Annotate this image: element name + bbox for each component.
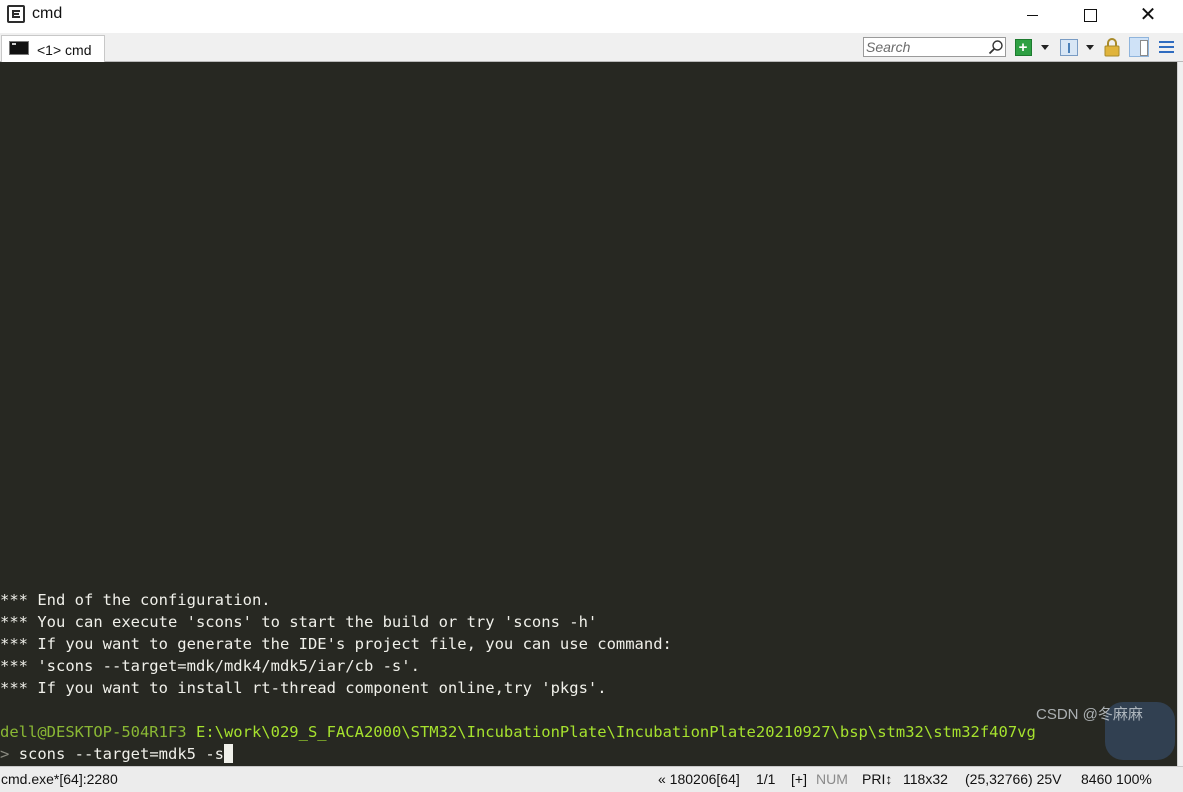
- window-title: cmd: [32, 5, 63, 22]
- close-button[interactable]: ✕: [1119, 0, 1177, 30]
- text-cursor: [224, 744, 233, 763]
- new-console-plus-icon: +: [1014, 38, 1032, 56]
- status-console-size[interactable]: 118x32: [903, 771, 948, 787]
- dropdown-arrow-icon: [1041, 44, 1049, 50]
- split-view-button[interactable]: [1059, 37, 1079, 57]
- console-output-line: *** If you want to install rt-thread com…: [0, 679, 607, 697]
- minimize-button[interactable]: [1003, 0, 1061, 30]
- status-buffer[interactable]: « 180206[64]: [658, 771, 740, 787]
- status-cursor-position: (25,32766) 25V: [965, 771, 1062, 787]
- status-zoom[interactable]: 8460 100%: [1081, 771, 1152, 787]
- prompt-user-host: dell@DESKTOP-504R1F3: [0, 723, 187, 741]
- maximize-icon: [1083, 8, 1097, 22]
- status-console-index[interactable]: 1/1: [756, 771, 775, 787]
- magnifier-icon[interactable]: [988, 39, 1004, 55]
- watermark-text: CSDN @冬麻麻: [1036, 706, 1143, 723]
- console-output-line: *** 'scons --target=mdk/mdk4/mdk5/iar/cb…: [0, 657, 420, 675]
- dropdown-arrow-icon: [1086, 44, 1094, 50]
- panel-view-button[interactable]: [1128, 37, 1150, 57]
- tab-label: <1> cmd: [37, 42, 92, 58]
- command-line[interactable]: > scons --target=mdk5 -s: [0, 743, 233, 765]
- minimize-icon: [1026, 14, 1038, 16]
- scrollbar[interactable]: [1177, 62, 1183, 766]
- prompt-arrow: >: [0, 745, 10, 763]
- status-process[interactable]: cmd.exe*[64]:2280: [1, 771, 118, 787]
- console-output-line: *** You can execute 'scons' to start the…: [0, 613, 598, 631]
- menu-icon: [1158, 41, 1174, 43]
- console-output-line: *** End of the configuration.: [0, 591, 271, 609]
- lock-button[interactable]: [1103, 37, 1121, 57]
- status-num-lock: NUM: [816, 771, 848, 787]
- search-input[interactable]: [866, 39, 984, 55]
- menu-icon-bar: [1158, 46, 1174, 48]
- conemu-app-icon[interactable]: [7, 5, 25, 23]
- command-text: scons --target=mdk5 -s: [18, 745, 224, 763]
- status-priority[interactable]: PRI↕: [862, 771, 892, 787]
- search-box[interactable]: [863, 37, 1006, 57]
- title-bar: cmd ✕: [0, 0, 1183, 32]
- split-view-dropdown[interactable]: [1085, 37, 1095, 57]
- console-area[interactable]: *** End of the configuration. *** You ca…: [0, 62, 1177, 766]
- prompt-path: E:\work\029_S_FACA2000\STM32\IncubationP…: [195, 723, 1036, 741]
- close-icon: ✕: [1139, 4, 1157, 26]
- tab-cmd[interactable]: <1> cmd: [1, 35, 105, 62]
- maximize-button[interactable]: [1061, 0, 1119, 30]
- lock-icon: [1104, 38, 1120, 57]
- menu-button[interactable]: [1157, 37, 1175, 57]
- console-output-line: *** If you want to generate the IDE's pr…: [0, 635, 672, 653]
- menu-icon-bar: [1158, 51, 1174, 53]
- split-view-icon: [1060, 38, 1078, 56]
- console-icon: [9, 41, 29, 55]
- status-plus[interactable]: [+]: [791, 771, 807, 787]
- panel-view-icon: [1129, 37, 1149, 57]
- prompt-line: dell@DESKTOP-504R1F3 E:\work\029_S_FACA2…: [0, 721, 1036, 743]
- new-console-dropdown[interactable]: [1040, 37, 1050, 57]
- status-bar: cmd.exe*[64]:2280 « 180206[64] 1/1 [+] N…: [0, 766, 1183, 792]
- new-console-button[interactable]: +: [1014, 37, 1032, 57]
